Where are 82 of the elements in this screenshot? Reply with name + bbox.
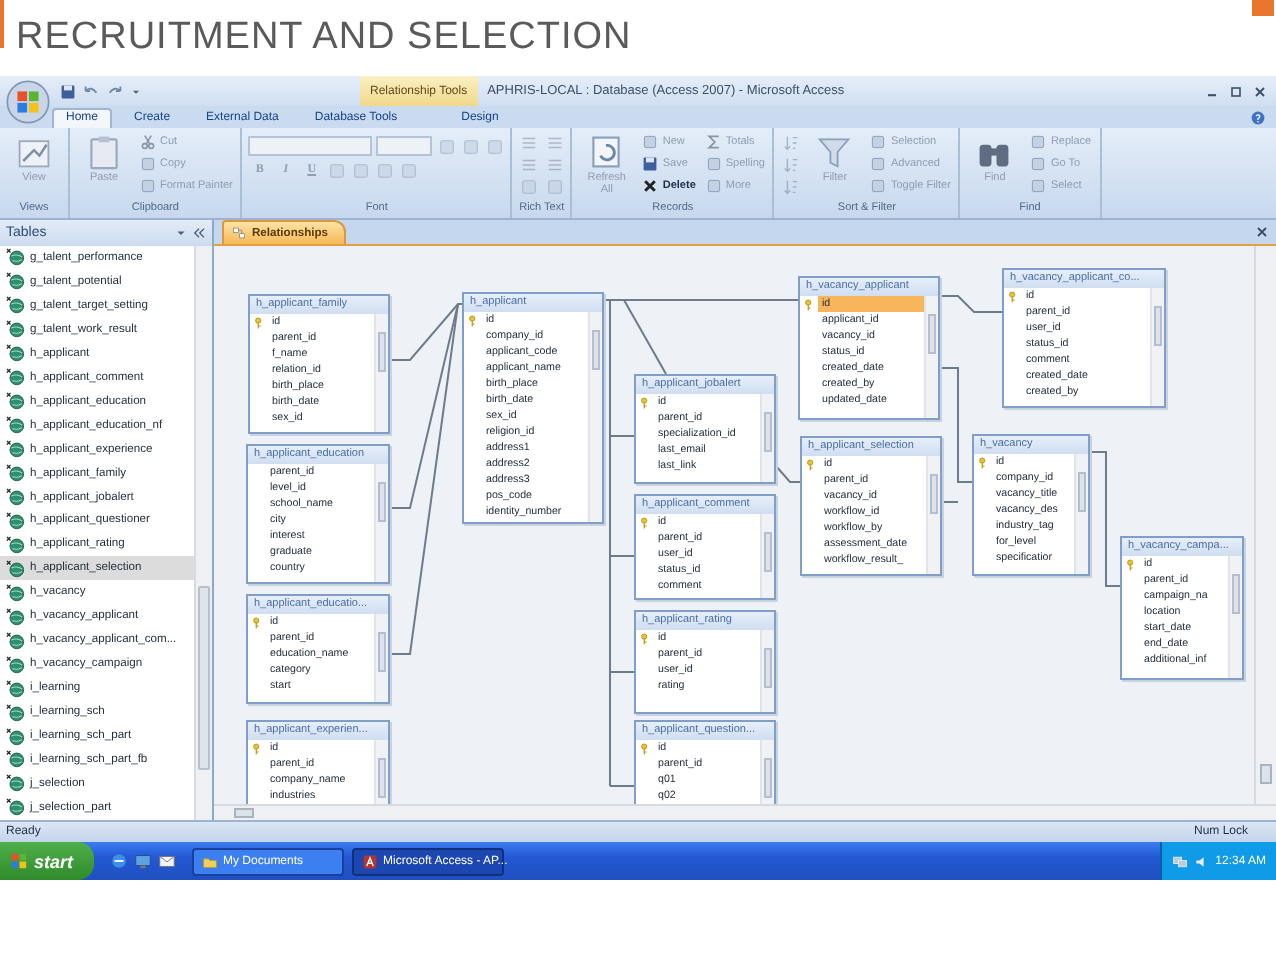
windows-logo-icon [10, 852, 28, 870]
linked-table-icon [6, 535, 24, 554]
accent-bar [0, 0, 4, 48]
close-icon[interactable] [1254, 224, 1270, 240]
linked-table-icon [6, 798, 24, 817]
linked-table-icon [6, 559, 24, 578]
accent-bar [1252, 0, 1274, 16]
scrollbar[interactable] [194, 246, 212, 820]
clipboard-icon [86, 134, 122, 170]
relationship-line[interactable] [389, 303, 459, 509]
linked-table-icon [6, 248, 24, 267]
sigma-icon [705, 134, 722, 150]
scrollbar[interactable] [1074, 454, 1088, 574]
scrollbar[interactable] [760, 514, 774, 598]
linked-table-icon [6, 488, 24, 506]
start-button[interactable]: start [0, 842, 94, 880]
linked-table-icon [6, 679, 24, 698]
scrollbar[interactable] [760, 740, 774, 804]
relationship-line[interactable] [623, 299, 667, 375]
caret-icon[interactable] [130, 85, 142, 97]
relationship-line[interactable] [389, 303, 459, 655]
desktop-icon[interactable] [133, 852, 152, 870]
folder-icon [201, 853, 218, 869]
filter-icon [816, 134, 853, 170]
scrollbar[interactable] [1150, 288, 1164, 406]
scrollbar[interactable] [924, 296, 938, 418]
relationship-line[interactable] [389, 303, 463, 361]
relationship-line[interactable] [609, 555, 635, 557]
relationship-line[interactable] [775, 465, 801, 483]
relationship-line[interactable] [939, 367, 973, 483]
linked-table-icon [6, 607, 24, 626]
relationship-line[interactable] [609, 671, 635, 673]
close-icon[interactable] [1252, 83, 1268, 99]
relationship-line[interactable] [939, 295, 1003, 313]
linked-table-icon [6, 320, 24, 339]
mail-icon[interactable] [157, 852, 176, 870]
linked-table-icon [6, 631, 24, 650]
app-icon [361, 853, 378, 869]
scrollbar[interactable] [1228, 556, 1242, 678]
scrollbar[interactable] [588, 312, 602, 522]
network-icon[interactable] [1171, 853, 1188, 869]
scrollbar[interactable] [374, 740, 388, 804]
caret-icon[interactable] [174, 226, 188, 240]
collapse-icon[interactable] [192, 226, 206, 240]
browser-icon[interactable] [109, 852, 128, 870]
linked-table-icon [6, 750, 24, 769]
linked-table-icon [6, 727, 24, 746]
linked-table-icon [6, 296, 24, 315]
refresh-icon [588, 134, 625, 170]
linked-table-icon [6, 368, 24, 387]
linked-table-icon [6, 583, 24, 602]
linked-table-icon [6, 655, 24, 674]
save-icon[interactable] [60, 83, 76, 99]
delete-icon [642, 178, 659, 194]
relationship-line[interactable] [609, 435, 635, 437]
slide-title: RECRUITMENT AND SELECTION [16, 16, 632, 60]
save-icon [642, 156, 659, 172]
relationship-line[interactable] [1089, 451, 1121, 587]
scrollbar[interactable] [374, 614, 388, 702]
linked-table-icon [6, 392, 24, 411]
scrollbar[interactable] [374, 314, 388, 432]
scissors-icon [140, 134, 156, 150]
linked-table-icon [6, 511, 24, 530]
design-view-icon [16, 134, 52, 170]
linked-table-icon [6, 344, 24, 363]
linked-table-icon [6, 272, 24, 291]
linked-table-icon [6, 703, 24, 722]
linked-table-icon [6, 416, 24, 435]
maximize-icon[interactable] [1228, 83, 1244, 99]
linked-table-icon [6, 464, 24, 483]
linked-table-icon [6, 774, 24, 793]
help-icon[interactable] [1250, 109, 1266, 125]
scrollbar[interactable] [1254, 246, 1276, 804]
scrollbar[interactable] [760, 630, 774, 712]
relationship-line[interactable] [609, 785, 635, 787]
scrollbar[interactable] [374, 464, 388, 582]
scrollbar[interactable] [760, 394, 774, 482]
scrollbar[interactable] [214, 804, 1276, 820]
scrollbar[interactable] [926, 456, 940, 574]
speaker-icon[interactable] [1193, 853, 1210, 869]
linked-table-icon [6, 440, 24, 459]
relationships-icon [232, 226, 246, 240]
